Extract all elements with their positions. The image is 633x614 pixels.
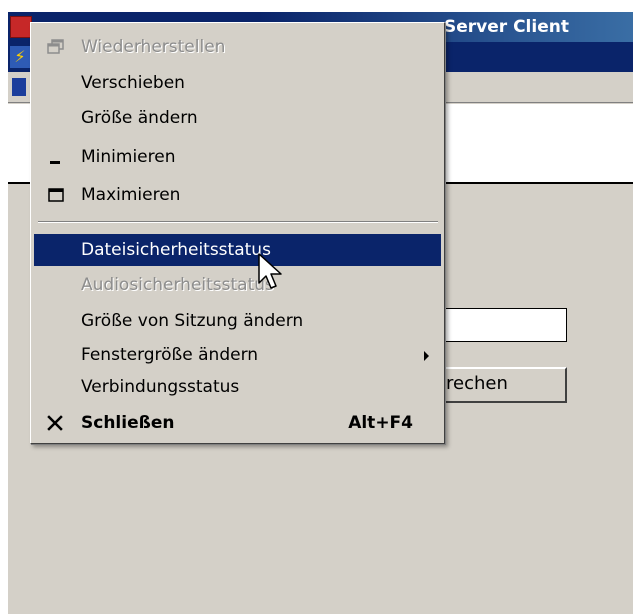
app-icon[interactable] [10,16,32,38]
menu-item-label: Wiederherstellen [81,37,226,57]
menu-item-label: Dateisicherheitsstatus [81,240,271,260]
menu-item-label: Größe von Sitzung ändern [81,311,304,331]
menu-item-restore[interactable]: Wiederherstellen [34,31,441,63]
menu-item-move[interactable]: Verschieben [34,67,441,99]
menu-item-close[interactable]: Schließen Alt+F4 [34,407,441,439]
menu-separator [38,221,438,223]
menu-item-label: Schließen [81,413,175,433]
connection-icon[interactable]: ⚡ [10,46,30,68]
cancel-button[interactable]: rechen [428,367,567,403]
menu-item-label: Verbindungsstatus [81,377,240,397]
menu-item-label: Minimieren [81,147,176,167]
menu-item-minimize[interactable]: Minimieren [34,141,441,173]
menu-item-label: Audiosicherheitsstatus [81,275,274,295]
maximize-icon [46,179,66,211]
close-icon [46,407,66,439]
menu-item-file-security-status[interactable]: Dateisicherheitsstatus [34,234,441,266]
menu-item-label: Größe ändern [81,108,198,128]
menu-item-audio-security-status[interactable]: Audiosicherheitsstatus [34,269,441,301]
minimize-icon [46,141,66,173]
menu-item-resize[interactable]: Größe ändern [34,102,441,134]
menu-item-label: Maximieren [81,185,181,205]
restore-icon [46,31,66,63]
submenu-arrow-icon [424,351,429,361]
system-menu: Wiederherstellen Verschieben Größe änder… [30,22,445,444]
menu-item-resize-session[interactable]: Größe von Sitzung ändern [34,305,441,337]
menu-item-label: Fenstergröße ändern [81,345,259,365]
menu-item-label: Verschieben [81,73,185,93]
menu-item-connection-status[interactable]: Verbindungsstatus [34,371,441,403]
toolbar-icon[interactable] [12,78,26,96]
text-input[interactable] [428,308,567,342]
menu-item-maximize[interactable]: Maximieren [34,179,441,211]
mouse-cursor-icon [258,253,282,289]
shortcut-label: Alt+F4 [348,413,413,433]
window-title: Server Client [444,17,569,37]
menu-item-window-size[interactable]: Fenstergröße ändern [34,339,441,371]
